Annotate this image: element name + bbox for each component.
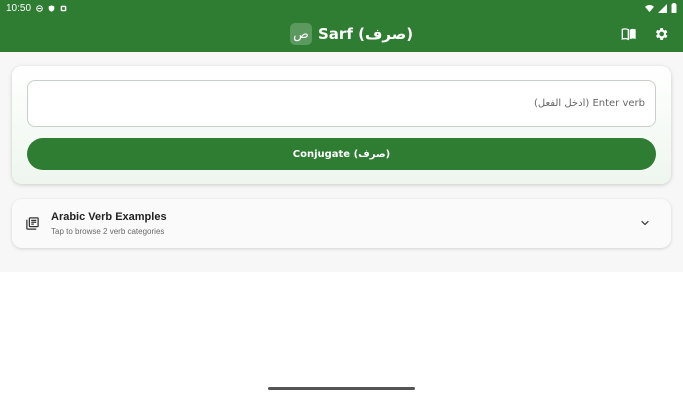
status-bar: 10:50 — [0, 0, 683, 16]
status-time: 10:50 — [6, 2, 32, 14]
settings-gear-icon[interactable] — [653, 26, 669, 42]
battery-icon — [671, 3, 677, 13]
chevron-down-icon[interactable] — [639, 217, 651, 229]
dictionary-book-icon[interactable] — [621, 26, 637, 42]
verb-input-card: Conjugate (صرف) — [12, 66, 671, 184]
gesture-nav-handle[interactable] — [268, 387, 415, 390]
examples-subtitle: Tap to browse 2 verb categories — [51, 227, 165, 236]
do-not-disturb-icon — [36, 4, 43, 12]
app-bar: ص Sarf (صرف) — [0, 16, 683, 52]
wifi-icon — [645, 4, 654, 12]
verb-examples-card[interactable]: Arabic Verb Examples Tap to browse 2 ver… — [12, 199, 671, 248]
shield-icon — [48, 4, 55, 12]
signal-icon — [658, 3, 667, 13]
notification-icon — [60, 5, 67, 11]
app-title: Sarf (صرف) — [318, 25, 414, 43]
verb-input[interactable] — [27, 80, 656, 127]
conjugate-button[interactable]: Conjugate (صرف) — [27, 138, 656, 170]
examples-title: Arabic Verb Examples — [51, 211, 167, 223]
app-logo: ص — [290, 23, 312, 45]
library-books-icon — [26, 217, 39, 230]
